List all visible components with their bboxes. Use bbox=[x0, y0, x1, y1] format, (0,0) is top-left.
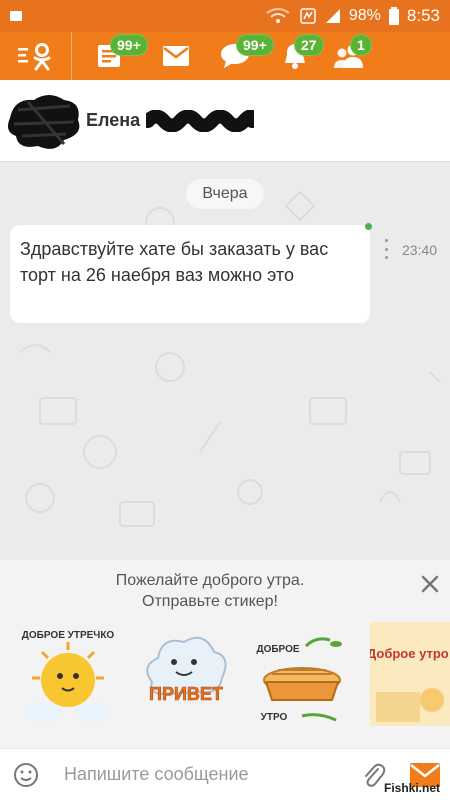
sun-sticker-text: ДОБРОЕ УТРЕЧКО bbox=[22, 630, 115, 641]
card-sticker[interactable]: Доброе утро! bbox=[370, 622, 450, 726]
friends-badge: 1 bbox=[350, 34, 372, 56]
message-time: 23:40 bbox=[402, 242, 438, 258]
sticker-prompt: Пожелайте доброго утра. Отправьте стикер… bbox=[0, 570, 420, 612]
chat-area[interactable]: Вчера Здравствуйте хате бы заказать у ва… bbox=[0, 162, 450, 560]
messages-badge: 99+ bbox=[236, 34, 274, 56]
notifications-button[interactable]: 27 bbox=[272, 32, 324, 80]
top-nav-bar: 99+ 99+ 27 1 bbox=[0, 32, 450, 80]
sticker-prompt-line1: Пожелайте доброго утра. bbox=[115, 572, 305, 589]
mail-button[interactable] bbox=[148, 32, 204, 80]
redacted-surname-scribble bbox=[146, 109, 255, 132]
scribbled-avatar-icon bbox=[8, 94, 80, 149]
close-icon[interactable] bbox=[418, 572, 442, 596]
sun-sticker[interactable]: ДОБРОЕ УТРЕЧКО bbox=[20, 622, 116, 726]
mail-icon bbox=[163, 46, 189, 66]
message-menu-icon[interactable] bbox=[383, 239, 389, 259]
online-status-dot bbox=[365, 223, 372, 230]
signal-icon bbox=[325, 9, 340, 23]
sim-card-icon bbox=[300, 8, 316, 24]
paperclip-icon[interactable] bbox=[360, 761, 386, 789]
feed-badge: 99+ bbox=[110, 34, 148, 56]
friends-button[interactable]: 1 bbox=[326, 32, 372, 80]
messages-button[interactable]: 99+ bbox=[212, 32, 274, 80]
incoming-message-bubble[interactable]: Здравствуйте хате бы заказать у вас торт… bbox=[10, 223, 372, 323]
chat-header[interactable]: Елена bbox=[0, 80, 450, 162]
sticker-strip[interactable]: ДОБРОЕ УТРЕЧКО ПРИВЕТ ДОБРОЕ УТРО Доброе… bbox=[0, 622, 450, 726]
notification-square-icon bbox=[10, 11, 22, 21]
sticker-suggestion-panel: Пожелайте доброго утра. Отправьте стикер… bbox=[0, 560, 450, 748]
odnoklassniki-logo-icon bbox=[17, 43, 50, 71]
sticker-prompt-line2: Отправьте стикер! bbox=[142, 593, 278, 610]
wifi-call-icon bbox=[266, 8, 290, 23]
pie-sticker-text-top: ДОБРОЕ bbox=[256, 644, 299, 655]
pie-sticker[interactable]: ДОБРОЕ УТРО bbox=[252, 622, 352, 726]
card-sticker-text: Доброе утро! bbox=[370, 646, 450, 661]
cloud-sticker-text: ПРИВЕТ bbox=[149, 684, 223, 704]
watermark-text: Fishki.net bbox=[384, 781, 441, 795]
chat-background-pattern bbox=[19, 190, 441, 527]
avatar[interactable] bbox=[4, 88, 84, 154]
contact-first-name: Елена bbox=[86, 110, 141, 130]
message-input-bar: Fishki.net bbox=[0, 748, 450, 800]
date-separator: Вчера bbox=[186, 179, 264, 209]
status-bar: 98% 8:53 bbox=[0, 0, 450, 32]
contact-name[interactable]: Елена bbox=[86, 109, 255, 132]
pie-sticker-text-bottom: УТРО bbox=[261, 712, 288, 723]
clock: 8:53 bbox=[406, 6, 440, 25]
message-text: Здравствуйте хате бы заказать у вас торт… bbox=[20, 239, 329, 285]
message-input[interactable] bbox=[64, 764, 334, 785]
feed-button[interactable]: 99+ bbox=[88, 32, 148, 80]
cloud-sticker[interactable]: ПРИВЕТ bbox=[134, 622, 236, 726]
battery-percent: 98% bbox=[348, 7, 381, 24]
notifications-badge: 27 bbox=[294, 34, 324, 56]
battery-icon bbox=[388, 7, 399, 25]
emoji-smile-icon[interactable] bbox=[12, 761, 40, 789]
menu-logo-button[interactable] bbox=[0, 32, 72, 80]
